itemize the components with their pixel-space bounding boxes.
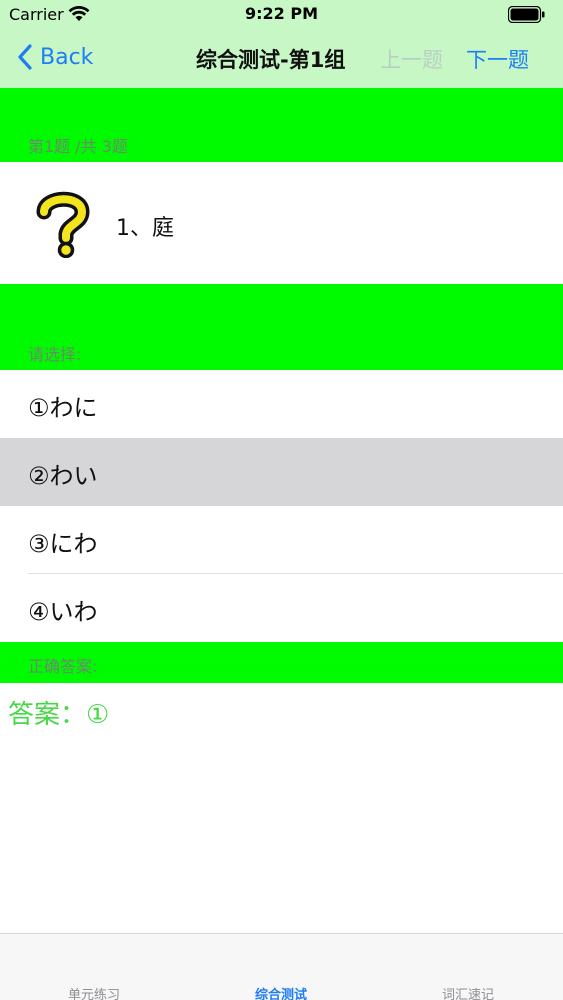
option-label: ③にわ	[28, 530, 98, 558]
question-mark-icon	[36, 191, 90, 258]
option-row[interactable]: ①わに	[0, 370, 563, 438]
navigation-header: Carrier 9:22 PM Back 综合测试-第1组 上一题 下一题	[0, 0, 563, 88]
question-text: 1、庭	[116, 216, 174, 241]
tab-vocabulary[interactable]: 词汇速记	[408, 984, 528, 1000]
clock: 9:22 PM	[244, 4, 318, 23]
page-title: 综合测试-第1组	[196, 48, 346, 72]
tab-comprehensive-test[interactable]: 综合测试	[221, 984, 341, 1000]
previous-question-button[interactable]: 上一题	[380, 44, 443, 74]
option-row-selected[interactable]: ②わい	[0, 438, 563, 506]
option-row[interactable]: ④いわ	[0, 574, 563, 642]
back-label: Back	[40, 44, 94, 70]
option-row[interactable]: ③にわ	[0, 506, 563, 574]
tab-bar: 单元练习 综合测试 词汇速记	[0, 933, 563, 1000]
correct-answer-text: 答案：①	[8, 700, 110, 730]
chevron-left-icon	[18, 44, 32, 70]
question-row: 1、庭	[0, 162, 563, 284]
next-question-button[interactable]: 下一题	[466, 44, 529, 74]
back-button[interactable]: Back	[16, 40, 93, 74]
status-bar: Carrier 9:22 PM	[0, 0, 563, 30]
option-label: ①わに	[28, 394, 98, 422]
question-counter: 第1题 /共 3题	[28, 137, 128, 156]
option-label: ②わい	[28, 462, 98, 490]
battery-icon	[508, 6, 545, 23]
options-header: 请选择:	[0, 284, 563, 370]
question-counter-header: 第1题 /共 3题	[0, 88, 563, 162]
option-label: ④いわ	[28, 598, 98, 626]
correct-answer-header-label: 正确答案:	[28, 657, 98, 676]
tab-unit-practice[interactable]: 单元练习	[34, 984, 154, 1000]
options-header-label: 请选择:	[28, 345, 82, 364]
correct-answer-header: 正确答案:	[0, 642, 563, 683]
